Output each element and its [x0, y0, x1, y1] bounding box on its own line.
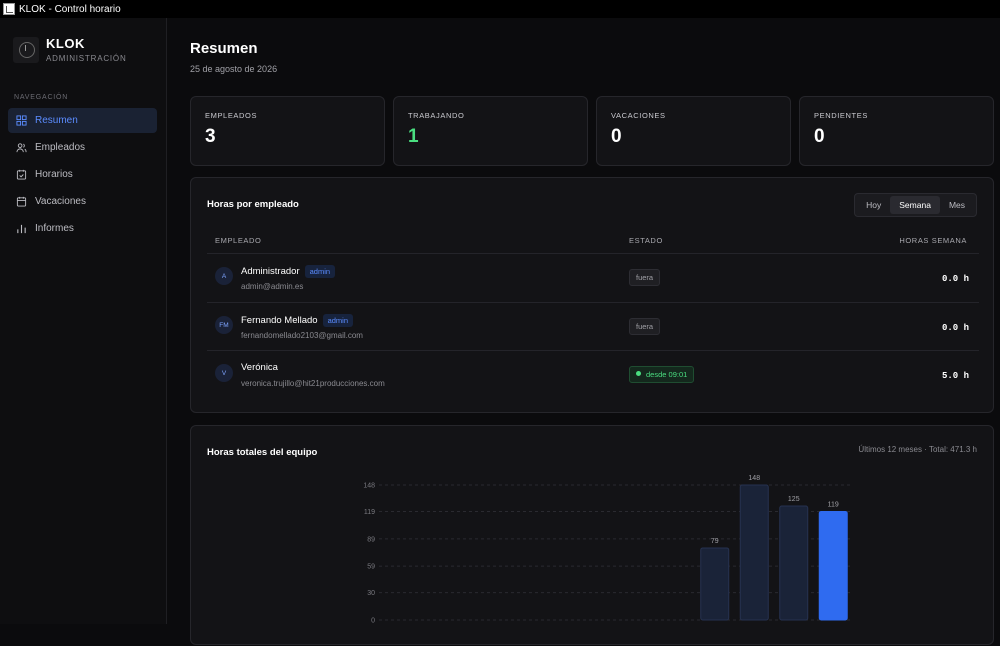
- brand-name: KLOK: [46, 36, 85, 51]
- chart-bar[interactable]: [818, 510, 848, 621]
- employee-email: veronica.trujillo@hit21producciones.com: [241, 379, 385, 388]
- card-title: Horas por empleado: [207, 199, 299, 210]
- nav-section-label: NAVEGACIÓN: [14, 94, 69, 101]
- bar-value-label: 119: [828, 501, 839, 508]
- sidebar-item-label: Empleados: [35, 142, 86, 153]
- tab-hoy[interactable]: Hoy: [857, 196, 890, 214]
- column-header-estado: ESTADO: [629, 236, 663, 245]
- status-badge: desde 09:01: [629, 366, 695, 383]
- y-tick-label: 0: [371, 618, 375, 625]
- sidebar-item-resumen[interactable]: Resumen: [8, 108, 157, 133]
- hours-value: 0.0 h: [941, 323, 969, 333]
- table-row[interactable]: V Verónica veronica.trujillo@hit21produc…: [207, 350, 979, 398]
- main-content: Resumen 25 de agosto de 2026 EMPLEADOS 3…: [168, 18, 1000, 645]
- sidebar-item-empleados[interactable]: Empleados: [8, 135, 157, 160]
- app-icon: [3, 3, 15, 15]
- bar-chart-icon: [17, 224, 26, 234]
- stats-row: EMPLEADOS 3 TRABAJANDO 1 VACACIONES 0 PE…: [190, 96, 994, 166]
- hours-value: 0.0 h: [941, 274, 969, 284]
- column-header-empleado: EMPLEADO: [215, 236, 262, 245]
- stat-card-pendientes: PENDIENTES 0: [799, 96, 994, 166]
- employee-name-wrap: Fernando Mellado admin: [241, 314, 354, 327]
- table-row[interactable]: FM Fernando Mellado admin fernandomellad…: [207, 302, 979, 350]
- role-badge: admin: [304, 265, 336, 278]
- stat-value: 3: [205, 126, 216, 147]
- sidebar-item-label: Vacaciones: [35, 196, 86, 207]
- employee-name-wrap: Verónica: [241, 362, 278, 373]
- avatar: A: [215, 267, 233, 285]
- stat-card-vacaciones: VACACIONES 0: [596, 96, 791, 166]
- stat-card-empleados: EMPLEADOS 3: [190, 96, 385, 166]
- stat-label: EMPLEADOS: [205, 111, 258, 120]
- y-tick-label: 59: [367, 564, 375, 571]
- page-date: 25 de agosto de 2026: [190, 64, 278, 74]
- sidebar-item-label: Informes: [35, 223, 74, 234]
- employee-name: Fernando Mellado: [241, 315, 318, 326]
- grid-icon: [16, 115, 27, 126]
- logo-icon: [13, 36, 39, 63]
- chart-bar[interactable]: [700, 547, 730, 621]
- stat-label: VACACIONES: [611, 111, 666, 120]
- stat-value: 0: [814, 126, 825, 147]
- avatar: FM: [215, 316, 233, 334]
- tab-mes[interactable]: Mes: [940, 196, 974, 214]
- tab-semana[interactable]: Semana: [890, 196, 940, 214]
- y-tick-label: 119: [364, 509, 375, 516]
- column-header-horas: HORAS SEMANA: [899, 236, 967, 245]
- stat-label: PENDIENTES: [814, 111, 868, 120]
- y-tick-label: 148: [363, 483, 375, 490]
- team-hours-chart: 0 30 59 89 119 148 79 148 125 119: [363, 475, 853, 625]
- employee-email: fernandomellado2103@gmail.com: [241, 331, 363, 340]
- status-badge: fuera: [629, 269, 661, 286]
- y-tick-label: 89: [367, 536, 375, 543]
- brand-subtitle: ADMINISTRACIÓN: [46, 54, 127, 63]
- users-icon: [16, 143, 27, 153]
- stat-label: TRABAJANDO: [408, 111, 465, 120]
- bar-value-label: 148: [748, 475, 760, 482]
- sidebar-nav: Resumen Empleados Horarios Vacaciones In…: [8, 108, 157, 243]
- hours-value: 5.0 h: [941, 371, 969, 381]
- sidebar-item-label: Horarios: [35, 169, 73, 180]
- avatar: V: [215, 364, 233, 382]
- sidebar-item-informes[interactable]: Informes: [8, 216, 157, 241]
- chart-bar[interactable]: [779, 505, 809, 621]
- period-selector: Hoy Semana Mes: [854, 193, 977, 217]
- page-title: Resumen: [190, 40, 258, 57]
- status-text: desde 09:01: [646, 370, 688, 379]
- employee-email: admin@admin.es: [241, 282, 304, 291]
- sidebar-item-vacaciones[interactable]: Vacaciones: [8, 189, 157, 214]
- role-badge: admin: [322, 314, 354, 327]
- team-hours-card: Horas totales del equipo Últimos 12 mese…: [190, 425, 994, 645]
- y-tick-label: 30: [367, 590, 375, 597]
- brand: KLOK ADMINISTRACIÓN: [13, 36, 127, 63]
- calendar-check-icon: [16, 169, 27, 180]
- stat-value: 1: [408, 126, 419, 147]
- employee-name: Verónica: [241, 362, 278, 373]
- online-dot-icon: [636, 371, 641, 376]
- employee-name: Administrador: [241, 266, 300, 277]
- bar-value-label: 79: [711, 538, 719, 545]
- stat-value: 0: [611, 126, 622, 147]
- stat-card-trabajando: TRABAJANDO 1: [393, 96, 588, 166]
- table-row[interactable]: A Administrador admin admin@admin.es fue…: [207, 253, 979, 301]
- window-titlebar: KLOK - Control horario: [0, 0, 1000, 18]
- sidebar-item-horarios[interactable]: Horarios: [8, 162, 157, 187]
- sidebar: KLOK ADMINISTRACIÓN NAVEGACIÓN Resumen E…: [0, 18, 167, 624]
- calendar-icon: [16, 196, 27, 207]
- status-badge: fuera: [629, 318, 661, 335]
- hours-by-employee-card: Horas por empleado Hoy Semana Mes EMPLEA…: [190, 177, 994, 413]
- employee-name-wrap: Administrador admin: [241, 265, 336, 278]
- window-title: KLOK - Control horario: [19, 3, 121, 15]
- bar-value-label: 125: [788, 496, 800, 503]
- chart-bar[interactable]: [739, 484, 769, 621]
- sidebar-item-label: Resumen: [35, 115, 78, 126]
